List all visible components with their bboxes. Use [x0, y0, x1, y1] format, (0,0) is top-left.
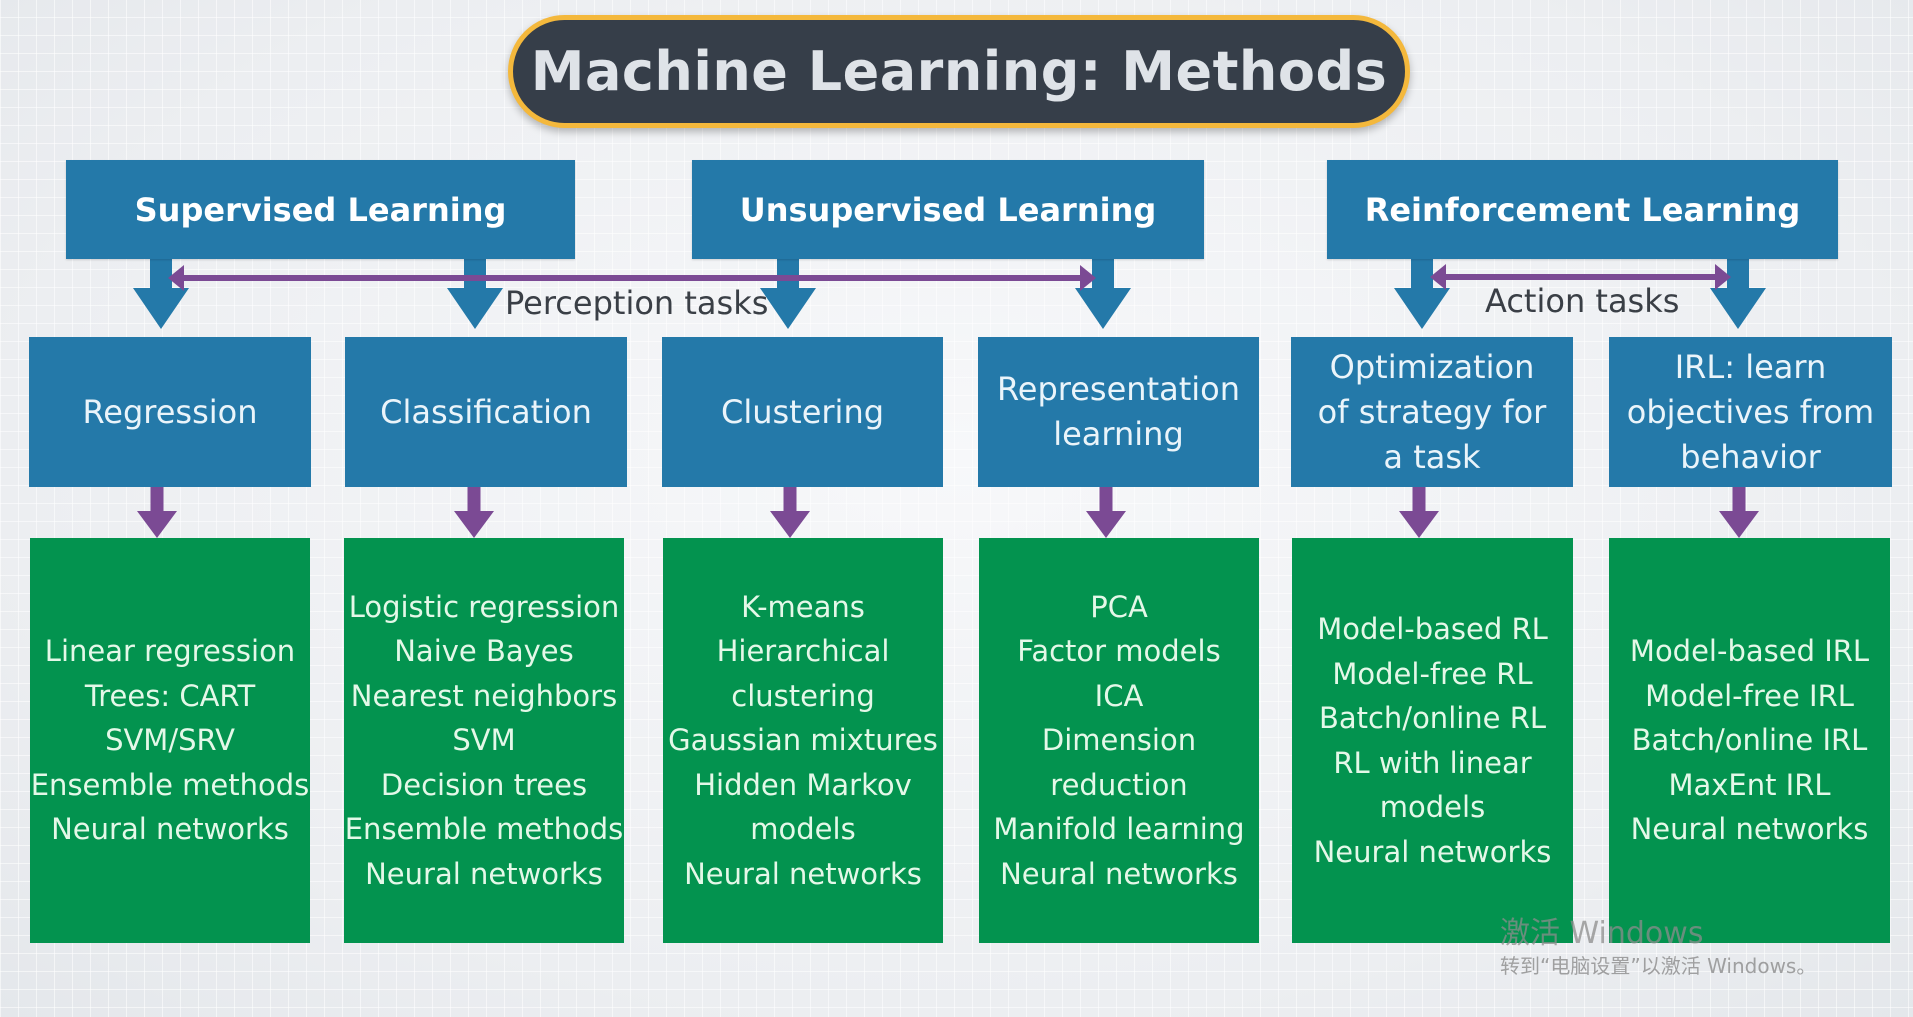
page-title: Machine Learning: Methods: [530, 40, 1388, 103]
category-supervised-learning: Supervised Learning: [66, 160, 575, 259]
method-item: Neural networks: [365, 856, 603, 891]
method-item: Neural networks: [1630, 812, 1869, 847]
down-arrow-icon: [770, 486, 810, 538]
method-item: Hidden Markov: [694, 767, 912, 802]
method-item: Ensemble methods: [30, 767, 310, 802]
method-item: Naive Bayes: [394, 634, 574, 669]
method-item: Batch/online RL: [1318, 701, 1547, 735]
down-arrow-icon: [1086, 486, 1126, 538]
perception-tasks-arrow-line: [178, 275, 1086, 281]
task-to-method-arrows: [137, 486, 1759, 538]
method-item: Neural networks: [1000, 856, 1238, 891]
method-item: models: [750, 812, 856, 847]
method-item: clustering: [731, 678, 875, 713]
down-arrow-icon: [1075, 258, 1131, 329]
task-label: Optimization of strategy for a task: [1317, 347, 1547, 476]
arrowhead-left-icon: [168, 265, 184, 291]
down-arrow-icon: [760, 258, 816, 329]
method-item: RL with linear: [1333, 745, 1532, 780]
method-item: Model-free RL: [1332, 656, 1533, 691]
method-item: Nearest neighbors: [350, 678, 618, 713]
methods-representation-learning: PCA Factor models ICA Dimension reduction Man…: [979, 538, 1259, 943]
task-strategy-optimization: Optimization of strategy for a task: [1291, 337, 1573, 487]
method-item: Linear regression: [44, 634, 296, 669]
task-representation-learning: Representation learning: [978, 337, 1259, 487]
method-item: PCA: [1090, 589, 1148, 624]
down-arrow-icon: [1719, 486, 1759, 538]
title-banner: Machine Learning: Methods: [508, 15, 1410, 128]
action-tasks-label: Action tasks: [1485, 282, 1680, 320]
method-item: Neural networks: [51, 812, 289, 847]
task-label: IRL: learn objectives from behavior: [1626, 347, 1875, 476]
down-arrow-icon: [1394, 258, 1450, 329]
task-classification: Classification: [345, 337, 627, 487]
method-item: ICA: [1094, 678, 1144, 713]
action-tasks-arrow-line: [1440, 274, 1721, 280]
task-inverse-rl: IRL: learn objectives from behavior: [1609, 337, 1892, 487]
method-item: MaxEnt IRL: [1668, 767, 1831, 802]
task-clustering: Clustering: [662, 337, 943, 487]
category-unsupervised-learning: Unsupervised Learning: [692, 160, 1204, 259]
task-label: Classification: [380, 392, 592, 431]
category-reinforcement-learning: Reinforcement Learning: [1327, 160, 1838, 259]
methods-regression: Linear regression Trees: CART SVM/SRV Ensem…: [30, 538, 310, 943]
down-arrow-icon: [137, 486, 177, 538]
category-label: Supervised Learning: [134, 190, 507, 229]
method-item: models: [1379, 790, 1486, 824]
method-item: K-means: [741, 589, 865, 624]
perception-tasks-label: Perception tasks: [505, 284, 769, 322]
method-item: Trees: CART: [84, 678, 256, 713]
method-item: Batch/online IRL: [1631, 723, 1868, 758]
method-item: Model-based RL: [1317, 612, 1548, 646]
down-arrow-icon: [447, 258, 503, 329]
method-item: Ensemble methods: [344, 812, 624, 847]
arrowhead-right-icon: [1715, 264, 1731, 290]
task-label: Regression: [82, 392, 258, 431]
method-item: Dimension: [1041, 723, 1197, 758]
down-arrow-icon: [454, 486, 494, 538]
methods-strategy-optimization: Model-based RL Model-free RL Batch/online …: [1292, 538, 1573, 943]
activation-watermark-title: 激活 Windows: [1500, 916, 1704, 951]
method-item: Decision trees: [380, 767, 588, 802]
task-label: Clustering: [720, 392, 885, 431]
method-item: Manifold learning: [993, 812, 1245, 847]
method-item: Factor models: [1017, 634, 1221, 669]
method-item: Gaussian mixtures: [668, 723, 938, 758]
methods-inverse-rl: Model-based IRL Model-free IRL Batch/onlin…: [1609, 538, 1890, 943]
arrowhead-right-icon: [1080, 265, 1096, 291]
activation-watermark-subtitle: 转到“电脑设置”以激活 Windows。: [1500, 954, 1817, 978]
arrowhead-left-icon: [1430, 264, 1446, 290]
methods-classification: Logistic regression Naive Bayes Nearest ne…: [344, 538, 624, 943]
method-item: Neural networks: [1313, 834, 1552, 869]
task-regression: Regression: [29, 337, 311, 487]
method-item: Neural networks: [684, 856, 922, 891]
method-item: SVM: [452, 723, 516, 758]
category-label: Reinforcement Learning: [1364, 190, 1801, 229]
category-label: Unsupervised Learning: [739, 190, 1157, 229]
methods-clustering: K-means Hierarchical clustering Gaussian mi…: [663, 538, 943, 943]
down-arrow-icon: [1710, 258, 1766, 329]
task-label: Representation learning: [996, 370, 1241, 453]
method-item: SVM/SRV: [105, 723, 235, 758]
method-item: Model-based IRL: [1629, 634, 1870, 669]
method-item: Hierarchical: [716, 634, 890, 669]
method-item: Logistic regression: [348, 589, 620, 624]
down-arrow-icon: [1399, 486, 1439, 538]
method-item: reduction: [1050, 767, 1188, 802]
method-item: Model-free IRL: [1645, 678, 1854, 713]
down-arrow-icon: [133, 258, 189, 329]
